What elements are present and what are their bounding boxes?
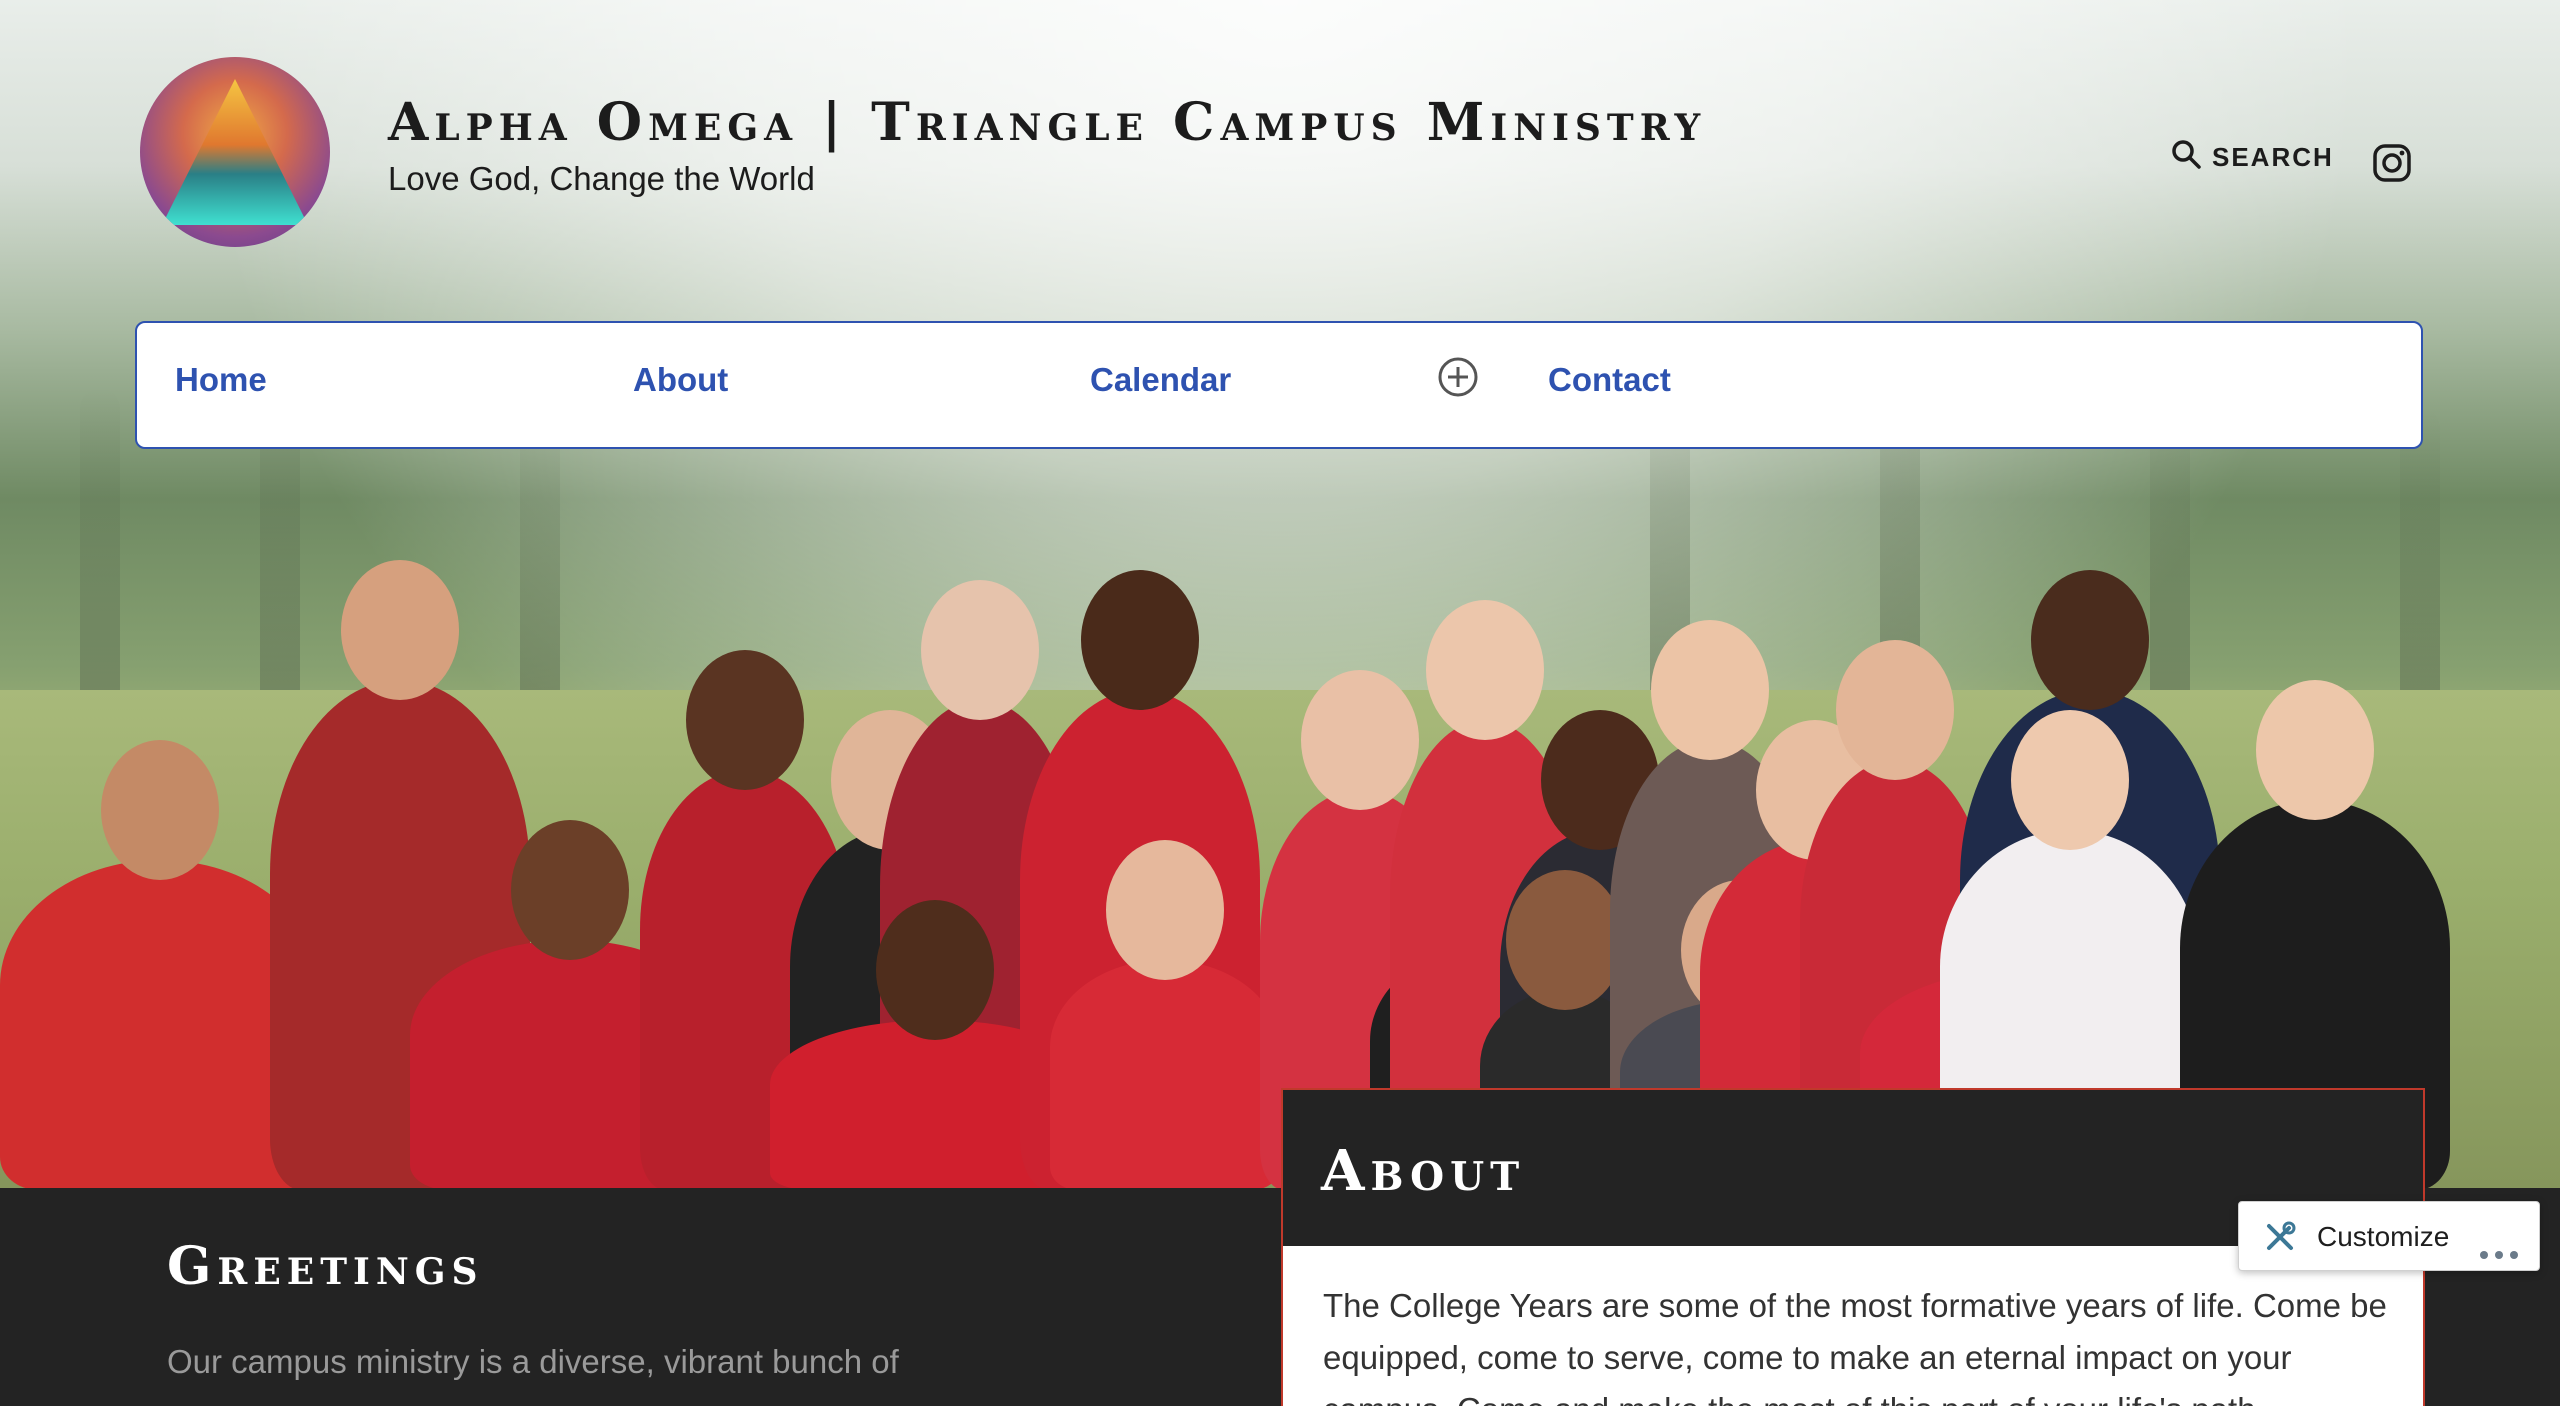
nav-item-contact[interactable]: Contact bbox=[1548, 361, 1671, 399]
site-tagline: Love God, Change the World bbox=[388, 160, 815, 197]
search-button[interactable]: SEARCH bbox=[2170, 138, 2334, 177]
greetings-text: Our campus ministry is a diverse, vibran… bbox=[167, 1343, 899, 1380]
site-logo[interactable] bbox=[140, 57, 330, 247]
main-navigation: Home About Calendar Contact bbox=[135, 321, 2423, 449]
greetings-heading: Greetings bbox=[167, 1236, 484, 1297]
about-text: The College Years are some of the most f… bbox=[1323, 1287, 2387, 1406]
instagram-icon[interactable] bbox=[2372, 143, 2412, 183]
submenu-expand-icon[interactable] bbox=[1436, 355, 1480, 399]
tools-icon bbox=[2263, 1220, 2297, 1254]
hero-image bbox=[0, 0, 2560, 1190]
search-icon bbox=[2170, 138, 2202, 177]
nav-item-calendar[interactable]: Calendar bbox=[1090, 361, 1231, 399]
customize-button[interactable]: Customize bbox=[2317, 1221, 2449, 1253]
ellipsis-icon[interactable] bbox=[2479, 1235, 2519, 1267]
nav-item-home[interactable]: Home bbox=[175, 361, 267, 399]
about-heading: About bbox=[1321, 1138, 1526, 1204]
nav-item-about[interactable]: About bbox=[633, 361, 728, 399]
customize-bar: Customize bbox=[2238, 1201, 2540, 1271]
page: Alpha Omega | Triangle Campus Ministry L… bbox=[0, 0, 2560, 1406]
search-label: SEARCH bbox=[2212, 142, 2334, 172]
site-title[interactable]: Alpha Omega | Triangle Campus Ministry bbox=[388, 92, 1706, 153]
